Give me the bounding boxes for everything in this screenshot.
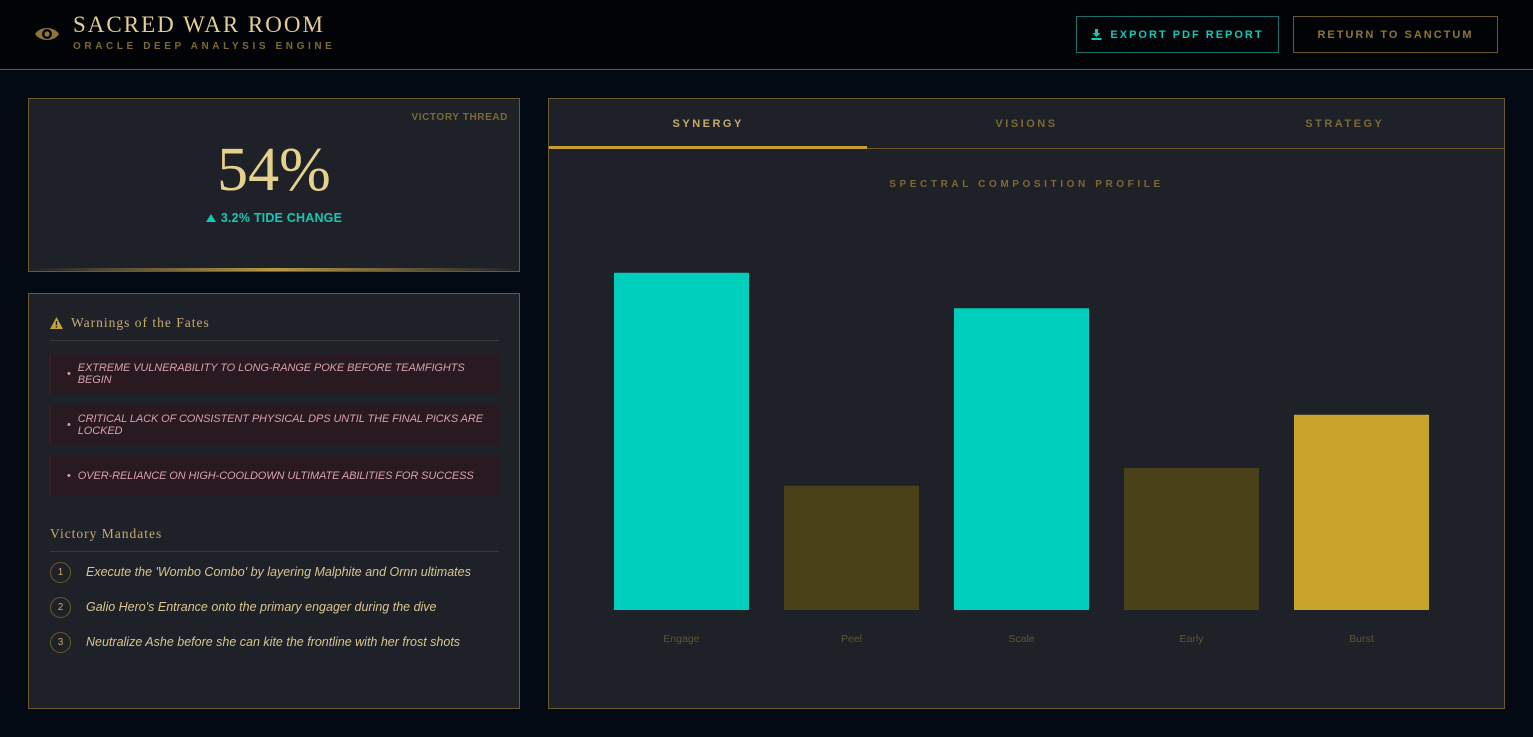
download-icon	[1091, 29, 1102, 40]
tick-label-scale: Scale	[1008, 633, 1034, 645]
warnings-title: Warnings of the Fates	[71, 315, 210, 330]
bar-engage	[614, 272, 749, 610]
export-pdf-label: EXPORT PDF REPORT	[1110, 28, 1264, 41]
app-subtitle: ORACLE DEEP ANALYSIS ENGINE	[73, 41, 336, 52]
tide-change-text: 3.2% TIDE CHANGE	[220, 211, 343, 225]
victory-thread-label: VICTORY THREAD	[411, 112, 508, 123]
mandate-text: Execute the 'Wombo Combo' by layering Ma…	[86, 565, 471, 579]
victory-percentage: 54%	[217, 136, 331, 204]
export-pdf-button[interactable]: EXPORT PDF REPORT	[1076, 16, 1279, 53]
tick-label-engage: Engage	[663, 633, 699, 645]
tick-label-burst: Burst	[1349, 633, 1374, 645]
warning-icon	[50, 317, 63, 329]
mandate-text: Neutralize Ashe before she can kite the …	[86, 635, 461, 649]
mandate-number: 3	[50, 631, 71, 653]
arrow-up-icon	[205, 214, 216, 222]
app-header: SACRED WAR ROOM ORACLE DEEP ANALYSIS ENG…	[0, 0, 1533, 70]
warning-text: OVER-RELIANCE ON HIGH-COOLDOWN ULTIMATE …	[77, 470, 474, 482]
victory-glow-divider	[29, 268, 519, 271]
bullet-icon: •	[67, 470, 71, 482]
tide-change: 3.2% TIDE CHANGE	[29, 211, 519, 225]
warning-item: • EXTREME VULNERABILITY TO LONG-RANGE PO…	[50, 354, 499, 394]
analysis-panel: SYNERGY VISIONS STRATEGY SPECTRAL COMPOS…	[548, 98, 1505, 709]
app-title: SACRED WAR ROOM	[73, 12, 325, 37]
bar-peel	[784, 485, 919, 610]
mandate-item: 3 Neutralize Ashe before she can kite th…	[50, 631, 499, 653]
warnings-card: Warnings of the Fates • EXTREME VULNERAB…	[28, 293, 520, 709]
warning-item: • CRITICAL LACK OF CONSISTENT PHYSICAL D…	[50, 405, 499, 445]
tick-label-peel: Peel	[841, 633, 862, 645]
mandate-item: 2 Galio Hero's Entrance onto the primary…	[50, 596, 499, 618]
return-to-sanctum-button[interactable]: RETURN TO SANCTUM	[1293, 16, 1498, 53]
mandate-text: Galio Hero's Entrance onto the primary e…	[86, 600, 437, 614]
composition-bar-chart: Engage Peel Scale Early Burst	[614, 272, 1429, 645]
mandates-title: Victory Mandates	[50, 526, 163, 541]
bar-burst	[1294, 414, 1429, 610]
mandate-item: 1 Execute the 'Wombo Combo' by layering …	[50, 561, 499, 583]
mandates-heading: Victory Mandates	[50, 526, 499, 552]
bar-early	[1124, 468, 1259, 610]
mandate-number: 2	[50, 596, 71, 618]
bar-scale	[954, 308, 1089, 610]
tick-label-early: Early	[1180, 633, 1205, 645]
bullet-icon: •	[67, 419, 71, 431]
bullet-icon: •	[67, 368, 71, 380]
return-to-sanctum-label: RETURN TO SANCTUM	[1317, 28, 1474, 41]
warnings-heading: Warnings of the Fates	[50, 315, 499, 341]
eye-icon	[35, 28, 59, 40]
mandate-number: 1	[50, 561, 71, 583]
warning-item: • OVER-RELIANCE ON HIGH-COOLDOWN ULTIMAT…	[50, 456, 499, 496]
warning-text: EXTREME VULNERABILITY TO LONG-RANGE POKE…	[77, 362, 465, 386]
victory-card: VICTORY THREAD 54% 3.2% TIDE CHANGE	[28, 98, 520, 272]
warning-text: CRITICAL LACK OF CONSISTENT PHYSICAL DPS…	[77, 413, 483, 437]
